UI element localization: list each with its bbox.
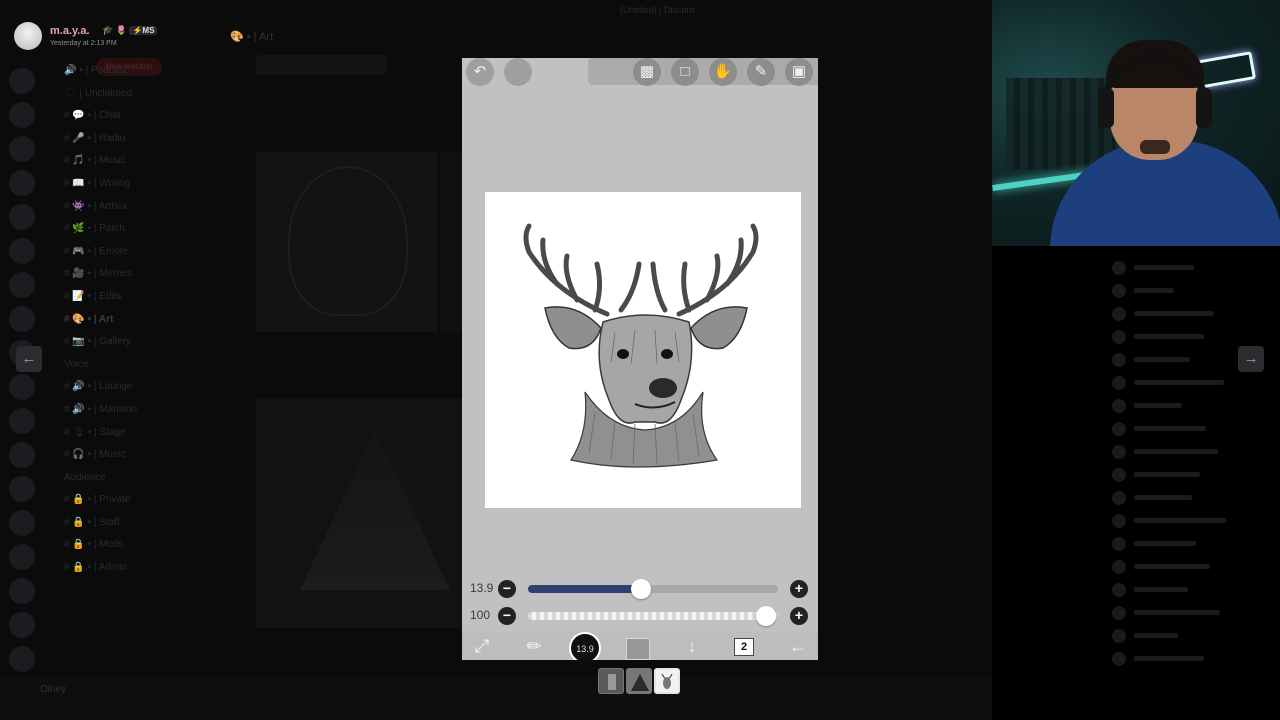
channel-item[interactable]: # 🔊 • | Lounge xyxy=(48,376,208,399)
chat-message xyxy=(1112,509,1280,532)
avatar[interactable] xyxy=(14,22,42,50)
chat-message xyxy=(1112,325,1280,348)
webcam-overlay xyxy=(992,0,1280,246)
bunny-sketch xyxy=(288,166,408,316)
brush-size-fill xyxy=(528,585,641,593)
gallery-icon[interactable]: ▣ xyxy=(785,58,813,86)
plus-icon[interactable]: + xyxy=(790,580,808,598)
chat-message xyxy=(1112,394,1280,417)
download-arrow-icon[interactable]: ↓ xyxy=(678,634,706,660)
chat-message xyxy=(1112,624,1280,647)
color-swatch[interactable] xyxy=(626,638,650,660)
chat-message xyxy=(1112,555,1280,578)
channel-item[interactable]: Audience xyxy=(48,467,208,490)
channel-item[interactable]: # 🔒 • | Admin xyxy=(48,557,208,580)
channel-header: 🎨 • | Art xyxy=(230,31,274,43)
channel-item[interactable]: # 💬 • | Chat xyxy=(48,105,208,128)
tool-group xyxy=(588,58,818,85)
minus-icon[interactable]: − xyxy=(498,607,516,625)
selection-icon[interactable]: □ xyxy=(671,58,699,86)
chat-message xyxy=(1112,440,1280,463)
thumbnail-image xyxy=(608,674,616,690)
opacity-value: 100 xyxy=(470,608,491,622)
channel-item[interactable]: # 📖 • | Writing xyxy=(48,173,208,196)
channel-item[interactable]: # 🔒 • | Mods xyxy=(48,534,208,557)
channel-item[interactable]: 🗨 | Unclaimed xyxy=(48,83,208,106)
chat-message xyxy=(1112,578,1280,601)
chat-message xyxy=(1112,348,1280,371)
redo-icon[interactable] xyxy=(504,58,532,86)
ruler-icon[interactable]: ✎ xyxy=(747,58,775,86)
server-list xyxy=(0,60,44,700)
channel-item-active[interactable]: # 🎨 • | Art xyxy=(48,309,208,332)
channel-item[interactable]: # 🎥 • | Memes xyxy=(48,263,208,286)
username[interactable]: m.a.y.a. xyxy=(50,25,90,37)
chat-message xyxy=(1112,371,1280,394)
server-tag-badge: ⚡MS xyxy=(129,26,158,35)
chat-message xyxy=(1112,647,1280,670)
brush-size-value: 13.9 xyxy=(470,581,494,595)
opacity-track[interactable] xyxy=(528,612,778,620)
brush-icon[interactable]: ✏ xyxy=(520,634,548,660)
message-timestamp: Yesterday at 2:13 PM xyxy=(50,40,117,47)
undo-icon[interactable]: ↶ xyxy=(466,58,494,86)
channel-item[interactable]: # 🔒 • | Staff xyxy=(48,512,208,535)
thumbnail-item-active[interactable] xyxy=(654,668,680,694)
footer-username: Olney xyxy=(40,684,67,695)
channel-item[interactable]: # 👾 • | Artbox xyxy=(48,196,208,219)
thumbnail-image xyxy=(661,673,673,689)
chat-message xyxy=(1112,486,1280,509)
thumbnail-item[interactable] xyxy=(626,668,652,694)
emoji-badges: 🎓 🌷 xyxy=(102,25,127,35)
minus-icon[interactable]: − xyxy=(498,580,516,598)
slider-handle[interactable] xyxy=(756,606,776,626)
channel-item[interactable]: Voice xyxy=(48,354,208,377)
thumbnail-item[interactable] xyxy=(598,668,624,694)
chat-message xyxy=(1112,302,1280,325)
user-panel xyxy=(0,676,992,720)
chat-message xyxy=(1112,532,1280,555)
brush-preview[interactable]: 13.9 xyxy=(569,632,601,660)
window-title: (Untitled) | Discord xyxy=(620,5,695,15)
hand-icon[interactable]: ✋ xyxy=(709,58,737,86)
channel-item[interactable]: # 🎧 • | Music xyxy=(48,444,208,467)
previous-arrow-icon[interactable]: ← xyxy=(16,346,42,372)
brush-size-slider: 13.9 − + xyxy=(462,578,818,600)
drawing-canvas[interactable] xyxy=(485,192,801,508)
drawing-app-screenshot: ↶ ▩ □ ✋ ✎ ▣ 13.9 − + 100 − + ⤢ ✏ 13.9 ↓ … xyxy=(462,58,818,660)
channel-item[interactable]: 🔊 • | Podcast xyxy=(48,60,208,83)
opacity-slider: 100 − + xyxy=(462,605,818,627)
channel-item[interactable]: # 🎙 • | Stage xyxy=(48,422,208,445)
plus-icon[interactable]: + xyxy=(790,607,808,625)
chat-message xyxy=(1112,417,1280,440)
bottom-toolbar: ⤢ ✏ 13.9 ↓ 2 ← xyxy=(462,632,818,660)
chat-message xyxy=(1112,256,1280,279)
layers-button[interactable]: 2 xyxy=(734,638,754,656)
back-arrow-icon[interactable]: ← xyxy=(784,634,812,660)
toggle-icon[interactable]: ▩ xyxy=(633,58,661,86)
channel-item[interactable]: # 📝 • | Edits xyxy=(48,286,208,309)
slider-handle[interactable] xyxy=(630,579,651,599)
channel-item[interactable]: # 🎮 • | Emote xyxy=(48,241,208,264)
message-bar xyxy=(256,55,386,75)
channel-item[interactable]: # 🌿 • | Patch xyxy=(48,218,208,241)
channel-item[interactable]: # 🔊 • | Mansion xyxy=(48,399,208,422)
chat-message xyxy=(1112,463,1280,486)
channel-item[interactable]: # 📷 • | Gallery xyxy=(48,331,208,354)
headset-cup xyxy=(1196,88,1212,128)
channel-item[interactable]: # 🎤 • | Radio xyxy=(48,128,208,151)
channel-item[interactable]: # 🔒 • | Private xyxy=(48,489,208,512)
chat-message xyxy=(1112,279,1280,302)
channel-item[interactable]: # 🎵 • | Music xyxy=(48,150,208,173)
stream-chat xyxy=(1112,256,1280,670)
deer-drawing xyxy=(523,223,759,468)
chat-message xyxy=(1112,601,1280,624)
streamer-beard xyxy=(1140,140,1170,154)
thumbnail-image xyxy=(631,674,649,691)
transform-icon[interactable]: ⤢ xyxy=(468,634,496,660)
brush-size-track[interactable] xyxy=(528,585,778,593)
channel-list: 🔊 • | Podcast 🗨 | Unclaimed # 💬 • | Chat… xyxy=(48,60,208,580)
headset-cup xyxy=(1098,88,1114,128)
user-badges: 🎓 🌷 ⚡MS xyxy=(102,25,158,36)
